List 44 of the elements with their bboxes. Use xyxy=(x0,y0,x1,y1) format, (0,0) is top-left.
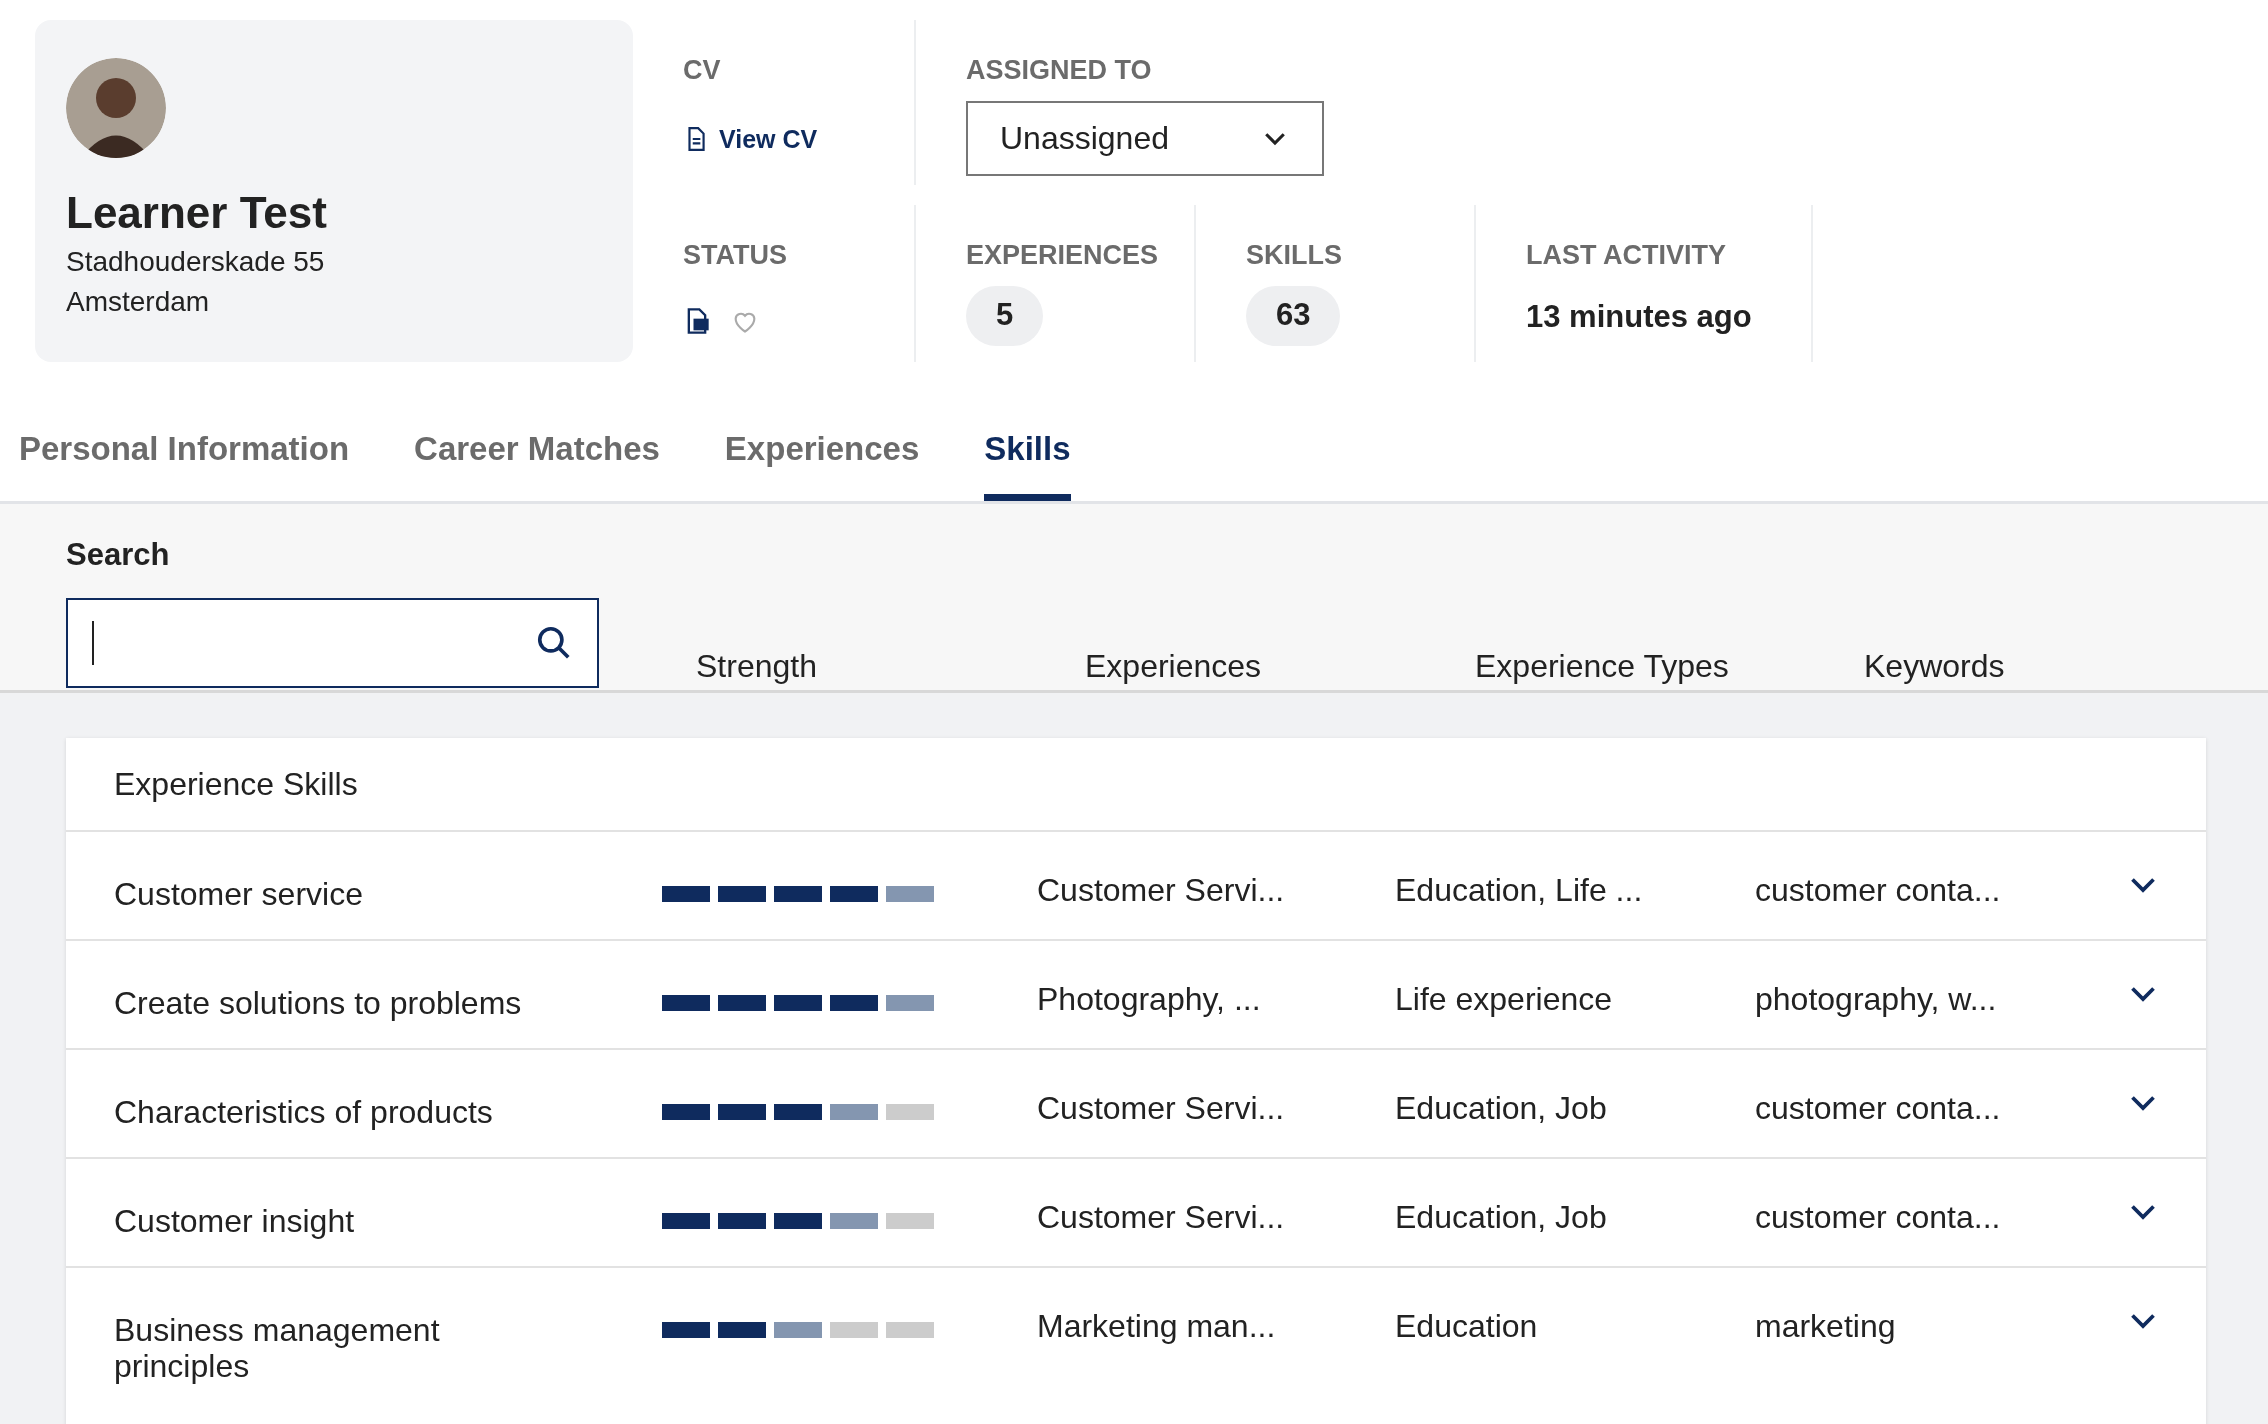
table-cell-text: Life experience xyxy=(1395,979,1614,1019)
count-badge: 5 xyxy=(966,285,1044,346)
table-cell-text: Education xyxy=(1395,1306,1539,1346)
table-cell-text: Education, Job xyxy=(1395,1197,1608,1237)
column-header: Experience Types xyxy=(1475,646,1730,686)
tab[interactable]: Experiences xyxy=(724,424,920,501)
column-header: Keywords xyxy=(1864,646,2006,686)
skill-name: Create solutions to problems xyxy=(114,984,523,1021)
table-cell-text: customer conta... xyxy=(1755,870,2002,910)
skill-name: Customer insight xyxy=(114,1202,356,1239)
table-cell-text: photography, w... xyxy=(1755,979,1998,1019)
address-line: Stadhouderskade 55 xyxy=(66,245,326,279)
search-label: Search xyxy=(66,535,171,574)
table-cell-text: customer conta... xyxy=(1755,1197,2002,1237)
section-title: Experience Skills xyxy=(114,764,358,804)
table-cell-text: marketing xyxy=(1755,1306,1897,1346)
column-header: Experiences xyxy=(1085,646,1263,686)
table-cell-text: Education, Life ... xyxy=(1395,870,1644,910)
view-cv-link[interactable]: View CV xyxy=(683,120,818,158)
table-cell-text: Customer Servi... xyxy=(1037,870,1286,910)
stat-label: LAST ACTIVITY xyxy=(1526,239,1726,272)
tab[interactable]: Career Matches xyxy=(414,424,660,501)
table-cell-text: Customer Servi... xyxy=(1037,1197,1286,1237)
table-cell-text: Photography, ... xyxy=(1037,979,1262,1019)
skill-name: Business management principles xyxy=(114,1311,441,1384)
column-header: Strength xyxy=(696,646,818,686)
stat-label: EXPERIENCES xyxy=(966,239,1159,272)
search-field[interactable] xyxy=(66,598,599,688)
table-cell-text: Customer Servi... xyxy=(1037,1088,1286,1128)
status-label: STATUS xyxy=(683,239,787,272)
table-cell-text: Marketing man... xyxy=(1037,1306,1277,1346)
table-cell-text: Education, Job xyxy=(1395,1088,1608,1128)
tab[interactable]: Personal Information xyxy=(19,424,350,501)
assignee-dropdown[interactable]: Unassigned xyxy=(966,100,1324,176)
skill-name: Characteristics of products xyxy=(114,1093,494,1130)
table-cell-text: customer conta... xyxy=(1755,1088,2002,1128)
cv-label: CV xyxy=(683,54,721,87)
skill-name: Customer service xyxy=(114,875,364,912)
stat-value: 13 minutes ago xyxy=(1526,297,1752,336)
address-line: Amsterdam xyxy=(66,285,211,319)
learner-name: Learner Test xyxy=(66,187,328,239)
assigned-label: ASSIGNED TO xyxy=(966,54,1152,87)
stat-label: SKILLS xyxy=(1246,239,1342,272)
count-badge: 63 xyxy=(1246,285,1341,346)
